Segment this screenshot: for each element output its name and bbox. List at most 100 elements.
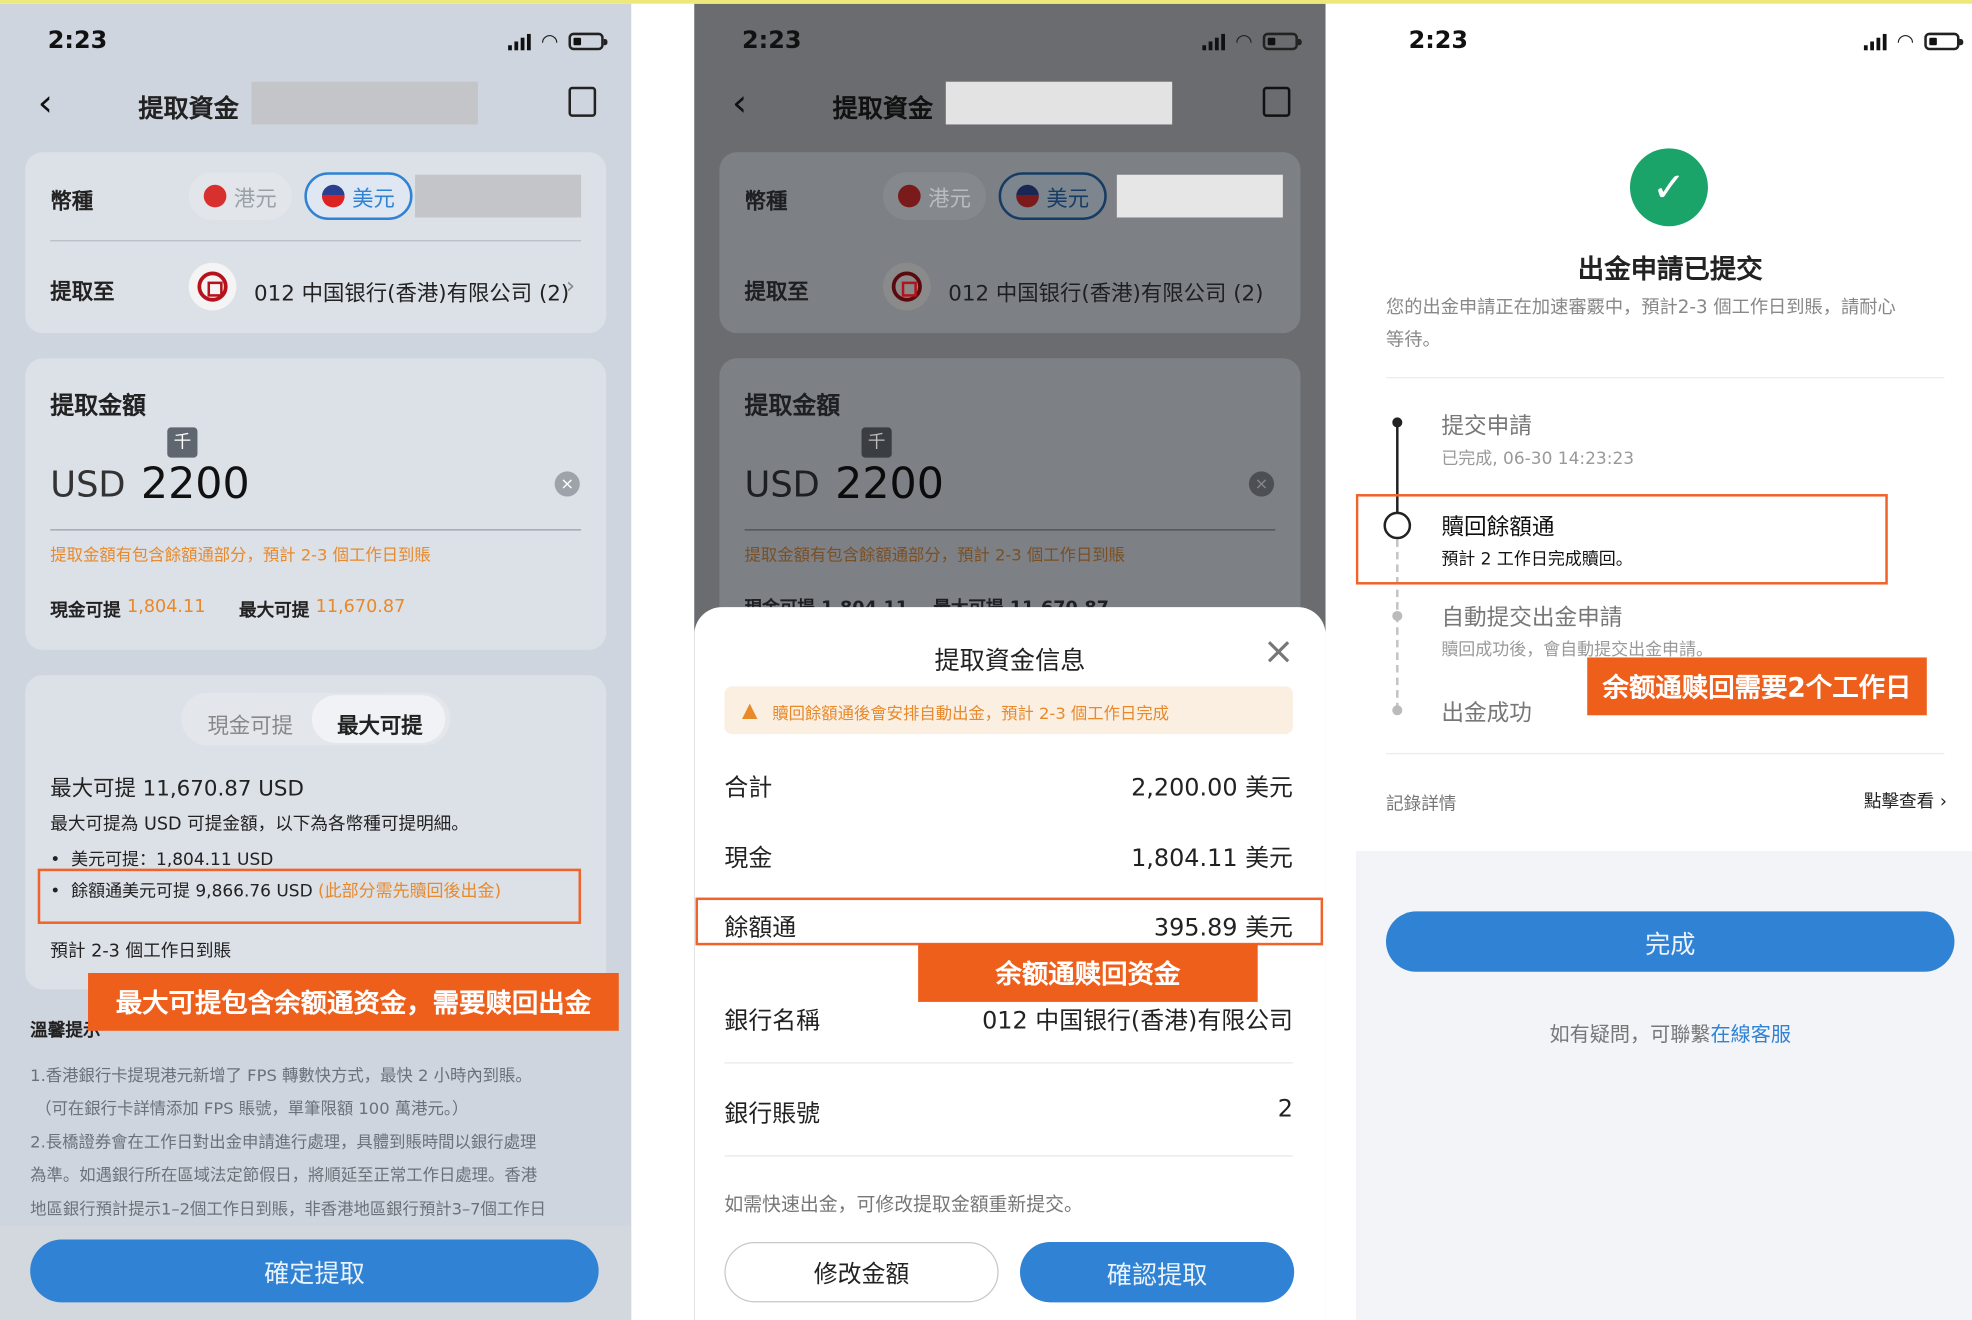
- bank-account-selector[interactable]: 012 中国银行(香港)有限公司 (2): [948, 275, 1263, 307]
- cash-available-value: 1,804.11: [127, 597, 206, 618]
- status-time: 2:23: [1408, 26, 1469, 55]
- step-pending-dot: [1392, 705, 1403, 716]
- annotation-label: 余额通赎回资金: [918, 944, 1258, 1002]
- max-available-label: 最大可提: [238, 600, 310, 622]
- status-icons: ◠: [1202, 28, 1302, 53]
- screenshot-stage: 2:23 ◠ ‹ 提取資金 幣種 港元 美元 提取至 012 中国银行(香港)有…: [0, 0, 1972, 1320]
- redacted-block: [1116, 174, 1283, 218]
- cash-available-label: 現金可提: [50, 600, 121, 622]
- quick-withdraw-hint: 如需快速出金，可修改提取金額重新提交。: [724, 1192, 1083, 1216]
- max-heading: 最大可提 11,670.87 USD: [50, 776, 304, 803]
- currency-label: 幣種: [744, 189, 788, 215]
- divider: [724, 1062, 1293, 1064]
- confirm-withdraw-button[interactable]: 確定提取: [30, 1239, 599, 1303]
- page-title: 提取資金: [832, 93, 934, 124]
- status-icons: ◠: [508, 28, 608, 53]
- step-done-dot: [1392, 417, 1403, 428]
- clear-icon[interactable]: ×: [554, 471, 580, 497]
- annotation-label: 最大可提包含余额通资金，需要赎回出金: [88, 972, 619, 1031]
- highlight-box: [1355, 494, 1888, 585]
- amount-input[interactable]: 2200: [835, 459, 944, 509]
- divider: [50, 529, 582, 531]
- redacted-block: [415, 174, 582, 218]
- signal-icon: [1863, 32, 1887, 50]
- tab-cash[interactable]: 現金可提: [208, 708, 294, 739]
- currency-label: 幣種: [50, 189, 94, 215]
- withdraw-form-screen: 2:23 ◠ ‹ 提取資金 幣種 港元 美元 提取至 012 中国银行(香港)有…: [0, 3, 632, 1320]
- battery-icon: [1924, 32, 1964, 50]
- close-icon[interactable]: ×: [1263, 630, 1295, 674]
- step-sub: 贖回成功後，會自動提交出金申請。: [1441, 639, 1713, 660]
- eta-text: 預計 2-3 個工作日到賬: [50, 941, 232, 962]
- boc-logo-icon: [188, 262, 237, 311]
- confirm-withdraw-button[interactable]: 確認提取: [1019, 1242, 1295, 1303]
- currency-code: USD: [50, 463, 126, 506]
- divider: [724, 1155, 1293, 1157]
- signal-icon: [508, 32, 531, 50]
- amount-title: 提取金額: [50, 392, 146, 420]
- warning-text: 贖回餘額通後會安排自動出金，預計 2-3 個工作日完成: [772, 705, 1170, 725]
- step-pending-dot: [1392, 610, 1403, 622]
- modify-amount-button[interactable]: 修改金額: [724, 1242, 999, 1303]
- wifi-icon: ◠: [1235, 28, 1253, 53]
- record-link[interactable]: 點擊查看 ›: [1864, 788, 1947, 813]
- sheet-title: 提取資金信息: [934, 644, 1086, 676]
- divider: [1385, 377, 1945, 379]
- step-title: 提交申請: [1441, 413, 1532, 440]
- amount-input[interactable]: 2200: [141, 459, 250, 509]
- done-button[interactable]: 完成: [1385, 911, 1955, 972]
- hk-flag-icon: [203, 184, 227, 208]
- bank-account-value: 2: [1277, 1094, 1293, 1123]
- divider: [50, 240, 582, 242]
- hkd-currency-option[interactable]: 港元: [188, 172, 292, 220]
- success-check-icon: ✓: [1629, 148, 1708, 227]
- amount-title: 提取金額: [744, 392, 841, 420]
- bank-name-value: 012 中国银行(香港)有限公司: [982, 1006, 1293, 1035]
- us-flag-icon: [321, 184, 345, 208]
- hk-flag-icon: [897, 184, 921, 208]
- thousand-tooltip: 千: [861, 427, 892, 458]
- thousand-tooltip: 千: [167, 427, 198, 458]
- warning-icon: ▲: [742, 697, 758, 722]
- hkd-currency-option[interactable]: 港元: [882, 172, 987, 220]
- wifi-icon: ◠: [1896, 28, 1915, 53]
- history-icon[interactable]: [1262, 86, 1291, 117]
- clear-icon[interactable]: ×: [1248, 471, 1275, 497]
- divider: [1385, 753, 1945, 755]
- us-flag-icon: [1016, 184, 1039, 208]
- cash-label: 現金: [724, 844, 773, 873]
- cash-value: 1,804.11 美元: [1131, 844, 1293, 873]
- divider: [744, 529, 1276, 531]
- max-available-value: 11,670.87: [315, 597, 406, 618]
- help-text: 如有疑問，可聯繫在線客服: [1549, 1022, 1791, 1046]
- amount-note: 提取金額有包含餘額通部分，預計 2-3 個工作日到賬: [50, 546, 431, 566]
- total-value: 2,200.00 美元: [1131, 774, 1293, 803]
- back-chevron-icon[interactable]: ‹: [38, 82, 53, 126]
- tab-max[interactable]: 最大可提: [337, 708, 423, 739]
- highlight-box: [37, 868, 582, 924]
- status-icons: ◠: [1863, 28, 1964, 53]
- tip-line: 為準。如遇銀行所在區域法定節假日，將順延至正常工作日處理。香港: [30, 1166, 538, 1186]
- back-chevron-icon[interactable]: ‹: [732, 82, 747, 126]
- battery-icon: [1262, 32, 1302, 50]
- status-time: 2:23: [47, 26, 108, 55]
- usd-currency-option[interactable]: 美元: [998, 172, 1107, 220]
- submitted-screen: 2:23 ◠ ✓ 出金申請已提交 您的出金申請正在加速審覈中，預計2-3 個工作…: [1355, 3, 1972, 1320]
- usd-currency-option[interactable]: 美元: [304, 172, 413, 220]
- wifi-icon: ◠: [540, 28, 559, 53]
- max-description: 最大可提為 USD 可提金額，以下為各幣種可提明細。: [50, 814, 469, 835]
- page-title: 提取資金: [138, 93, 239, 124]
- boc-logo-icon: [882, 262, 931, 311]
- amount-note: 提取金額有包含餘額通部分，預計 2-3 個工作日到賬: [744, 546, 1126, 566]
- bank-name-label: 銀行名稱: [724, 1006, 821, 1035]
- highlight-box: [695, 897, 1324, 946]
- record-label: 記錄詳情: [1385, 794, 1457, 815]
- battery-icon: [568, 32, 608, 50]
- tip-line: 2.長橋證券會在工作日對出金申請進行處理，具體到賬時間以銀行處理: [30, 1133, 537, 1153]
- step-title: 出金成功: [1441, 700, 1532, 727]
- gap: [631, 3, 695, 1320]
- bank-account-selector[interactable]: 012 中国银行(香港)有限公司 (2): [254, 275, 569, 307]
- online-support-link[interactable]: 在線客服: [1710, 1022, 1791, 1046]
- history-icon[interactable]: [568, 86, 597, 117]
- step-sub: 已完成, 06-30 14:23:23: [1441, 448, 1635, 469]
